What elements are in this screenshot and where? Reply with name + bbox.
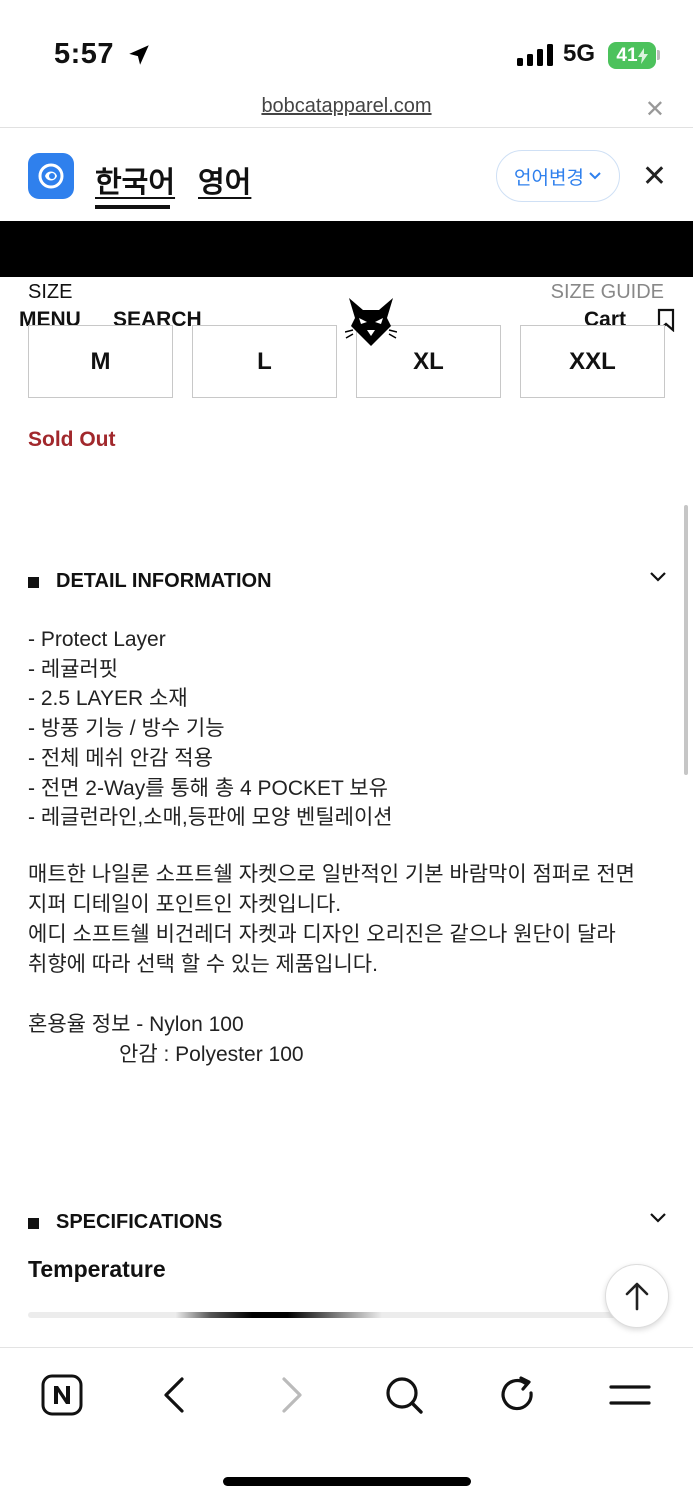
battery-indicator: 41	[608, 42, 656, 69]
description-line: 매트한 나일론 소프트쉘 자켓으로 일반적인 기본 바람막이 점퍼로 전면	[28, 863, 635, 886]
chevron-down-icon[interactable]	[648, 570, 668, 584]
translate-bar: 한국어 영어 언어변경 ✕	[0, 129, 693, 221]
scroll-to-top-button[interactable]	[605, 1264, 669, 1328]
home-indicator[interactable]	[223, 1477, 471, 1486]
list-item: - 레글런라인,소매,등판에 모양 벤틸레이션	[28, 806, 393, 830]
description-line: 취향에 따라 선택 할 수 있는 제품입니다.	[28, 953, 378, 976]
change-language-button[interactable]: 언어변경	[496, 150, 620, 202]
arrow-up-icon	[625, 1282, 649, 1311]
battery-cap	[657, 50, 660, 60]
forward-arrow-icon[interactable]	[268, 1373, 312, 1417]
tab-korean[interactable]: 한국어	[95, 159, 175, 201]
network-type: 5G	[563, 40, 596, 67]
signal-bars-icon	[517, 44, 553, 66]
status-time: 5:57	[54, 38, 115, 70]
active-tab-indicator	[95, 205, 170, 209]
size-guide-link[interactable]: SIZE GUIDE	[551, 281, 664, 304]
header-band	[0, 221, 693, 277]
reload-icon[interactable]	[496, 1373, 540, 1417]
scrollbar[interactable]	[684, 505, 688, 775]
bobcat-logo-icon[interactable]	[345, 296, 397, 348]
browser-bottom-bar	[0, 1347, 693, 1500]
naver-home-icon[interactable]	[40, 1373, 84, 1417]
size-option-m[interactable]: M	[28, 325, 173, 398]
change-language-label: 언어변경	[514, 167, 584, 189]
list-item: - 전체 메쉬 안감 적용	[28, 746, 213, 770]
chevron-down-icon[interactable]	[648, 1211, 668, 1225]
translate-app-icon	[28, 153, 74, 199]
url-text[interactable]: bobcatapparel.com	[0, 95, 693, 118]
detail-information-title: DETAIL INFORMATION	[56, 570, 272, 592]
url-bar[interactable]: bobcatapparel.com ✕	[0, 92, 693, 128]
size-option-xxl[interactable]: XXL	[520, 325, 665, 398]
section-square-marker	[28, 577, 39, 588]
list-item: - 전면 2-Way를 통해 총 4 POCKET 보유	[28, 776, 388, 800]
temperature-label: Temperature	[28, 1256, 166, 1282]
temperature-range-bar	[28, 1312, 618, 1318]
hamburger-menu-icon[interactable]	[608, 1373, 652, 1417]
blend-info-outer: 혼용율 정보 - Nylon 100	[28, 1013, 244, 1036]
tab-english[interactable]: 영어	[198, 159, 251, 201]
search-icon[interactable]	[382, 1373, 426, 1417]
size-option-l[interactable]: L	[192, 325, 337, 398]
status-bar: 5:57 5G 41	[0, 0, 693, 92]
specifications-header[interactable]: SPECIFICATIONS	[28, 1209, 668, 1239]
close-icon[interactable]: ✕	[645, 95, 665, 124]
product-description: 매트한 나일론 소프트쉘 자켓으로 일반적인 기본 바람막이 점퍼로 전면 지퍼…	[28, 860, 668, 980]
specifications-title: SPECIFICATIONS	[56, 1211, 223, 1233]
size-label: SIZE	[28, 281, 73, 303]
close-icon[interactable]: ✕	[642, 159, 667, 194]
blend-info-lining: 안감 : Polyester 100	[119, 1043, 304, 1066]
description-line: 에디 소프트쉘 비건레더 자켓과 디자인 오리진은 같으나 원단이 달라	[28, 923, 616, 946]
list-item: - 레귤러핏	[28, 657, 119, 681]
charging-bolt-icon	[637, 47, 648, 64]
detail-bullet-list: - Protect Layer - 레귤러핏 - 2.5 LAYER 소재 - …	[28, 625, 668, 833]
battery-level: 41	[616, 44, 638, 66]
sold-out-label: Sold Out	[28, 428, 116, 451]
section-square-marker	[28, 1218, 39, 1229]
description-line: 지퍼 디테일이 포인트인 자켓입니다.	[28, 893, 342, 916]
location-arrow-icon	[129, 45, 149, 65]
back-arrow-icon[interactable]	[154, 1373, 198, 1417]
chevron-down-icon	[589, 172, 601, 180]
list-item: - Protect Layer	[28, 628, 166, 651]
detail-information-header[interactable]: DETAIL INFORMATION	[28, 568, 668, 598]
list-item: - 2.5 LAYER 소재	[28, 687, 188, 711]
list-item: - 방풍 기능 / 방수 기능	[28, 717, 225, 741]
